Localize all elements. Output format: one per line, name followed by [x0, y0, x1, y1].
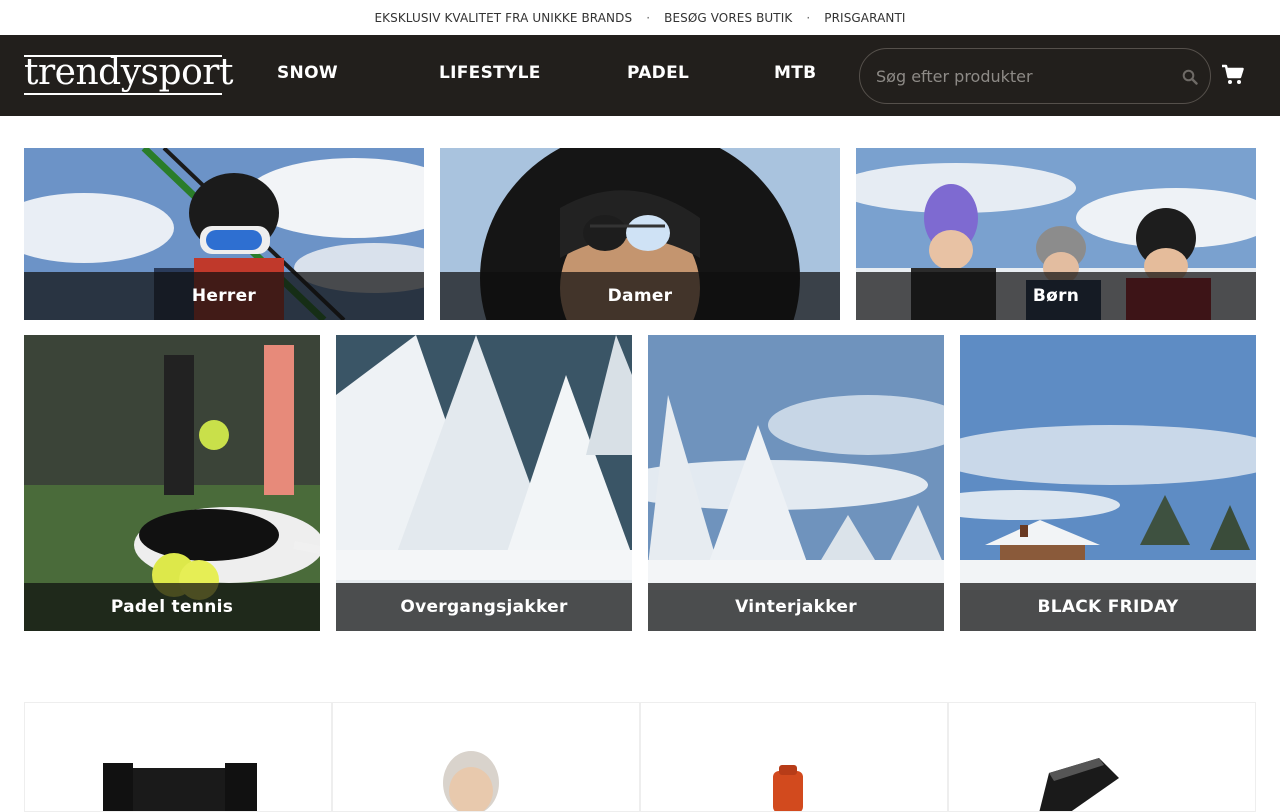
nav-item-snow[interactable]: SNOW	[277, 63, 338, 83]
category-tile-padel-tennis[interactable]: Padel tennis	[24, 335, 320, 631]
top-info-bar: EKSKLUSIV KVALITET FRA UNIKKE BRANDS · B…	[0, 0, 1280, 35]
category-tile-damer[interactable]: Damer	[440, 148, 840, 320]
search-input[interactable]	[876, 63, 1166, 89]
product-card[interactable]	[640, 702, 948, 812]
logo-bottom-line	[24, 93, 222, 95]
product-image-black-sock	[1039, 758, 1119, 811]
category-label: Herrer	[24, 272, 424, 320]
category-label: BLACK FRIDAY	[960, 583, 1256, 631]
site-logo[interactable]: trendysport	[24, 53, 233, 95]
category-label: Padel tennis	[24, 583, 320, 631]
separator-dot: ·	[646, 10, 651, 25]
search-icon[interactable]	[1182, 69, 1198, 85]
category-label: Børn	[856, 272, 1256, 320]
shopping-cart-icon[interactable]	[1221, 64, 1245, 86]
category-tile-herrer[interactable]: Herrer	[24, 148, 424, 320]
product-card[interactable]	[332, 702, 640, 812]
category-tile-black-friday[interactable]: BLACK FRIDAY	[960, 335, 1256, 631]
search-box	[859, 48, 1211, 104]
usp-price-guarantee[interactable]: PRISGARANTI	[822, 11, 907, 25]
product-image-base-layer-pants	[103, 763, 257, 811]
product-image-model-jacket	[443, 751, 499, 811]
category-label: Damer	[440, 272, 840, 320]
logo-text: trendysport	[24, 52, 233, 93]
category-tile-overgangsjakker[interactable]: Overgangsjakker	[336, 335, 632, 631]
product-image-orange-bottle	[773, 765, 803, 811]
category-label: Vinterjakker	[648, 583, 944, 631]
usp-visit-store[interactable]: BESØG VORES BUTIK	[662, 11, 794, 25]
nav-item-mtb[interactable]: MTB	[774, 63, 816, 83]
category-label: Overgangsjakker	[336, 583, 632, 631]
main-header: trendysport SNOW LIFESTYLE PADEL MTB	[0, 35, 1280, 116]
product-card[interactable]	[948, 702, 1256, 812]
category-tile-vinterjakker[interactable]: Vinterjakker	[648, 335, 944, 631]
usp-quality[interactable]: EKSKLUSIV KVALITET FRA UNIKKE BRANDS	[372, 11, 634, 25]
category-tile-born[interactable]: Børn	[856, 148, 1256, 320]
product-card[interactable]	[24, 702, 332, 812]
nav-item-lifestyle[interactable]: LIFESTYLE	[439, 63, 541, 83]
separator-dot: ·	[806, 10, 811, 25]
nav-item-padel[interactable]: PADEL	[627, 63, 689, 83]
